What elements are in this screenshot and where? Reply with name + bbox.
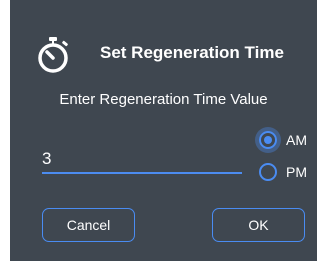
pm-radio-button[interactable]: [259, 163, 277, 181]
pm-radio-label: PM: [286, 164, 307, 180]
ok-button[interactable]: OK: [212, 208, 305, 242]
am-radio-label: AM: [286, 132, 307, 148]
cancel-button[interactable]: Cancel: [42, 208, 135, 242]
stopwatch-icon: [38, 37, 68, 73]
am-radio-button[interactable]: [259, 131, 277, 149]
dialog-header: Set Regeneration Time: [10, 29, 317, 77]
regeneration-time-input[interactable]: [42, 146, 242, 174]
dialog-title: Set Regeneration Time: [100, 43, 284, 62]
radio-option-am[interactable]: AM: [259, 131, 307, 149]
regeneration-time-dialog: Set Regeneration Time Enter Regeneration…: [10, 0, 317, 261]
prompt-text: Enter Regeneration Time Value: [59, 91, 268, 108]
radio-option-pm[interactable]: PM: [259, 163, 307, 181]
